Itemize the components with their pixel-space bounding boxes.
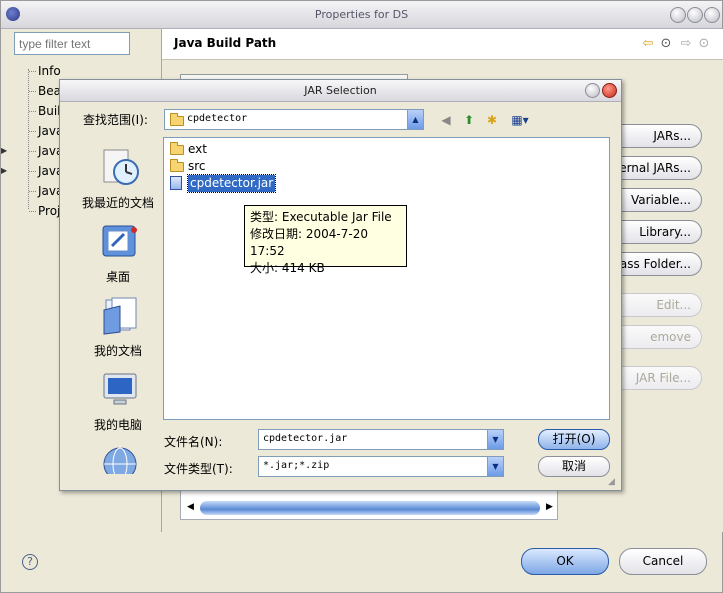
filename-input[interactable]: cpdetector.jar ▼: [258, 429, 504, 450]
resize-grip-icon[interactable]: ◢: [608, 477, 618, 487]
dialog-close-icon[interactable]: [602, 83, 617, 98]
chevron-down-icon[interactable]: ▼: [487, 430, 503, 449]
place-my-documents[interactable]: 我的文档: [72, 290, 164, 364]
outer-titlebar[interactable]: Properties for DS: [1, 1, 722, 29]
folder-icon: [170, 142, 184, 155]
tree-item-label: Info: [38, 64, 61, 78]
back-arrow-icon[interactable]: ⇦: [640, 36, 656, 52]
file-list[interactable]: ext src cpdetector.jar: [163, 137, 610, 420]
my-computer-icon: [103, 373, 137, 405]
view-menu-icon[interactable]: ▦▾: [508, 112, 532, 128]
tooltip-type: 类型: Executable Jar File: [250, 210, 392, 224]
look-in-label: 查找范围(I):: [83, 113, 148, 127]
desktop-icon: [102, 225, 137, 257]
chevron-down-icon[interactable]: ▼: [487, 457, 503, 476]
tree-item-label: Proj: [38, 204, 61, 218]
filename-value: cpdetector.jar: [263, 433, 348, 444]
expand-arrow-icon[interactable]: ▶: [1, 141, 7, 161]
chevron-down-icon[interactable]: ▲: [407, 110, 423, 129]
horizontal-scrollbar[interactable]: ◀ ▶: [185, 501, 555, 515]
place-network[interactable]: [72, 438, 164, 474]
place-my-computer[interactable]: 我的电脑: [72, 364, 164, 438]
file-name: ext: [188, 142, 207, 156]
page-title: Java Build Path: [174, 36, 277, 50]
folder-icon: [170, 159, 184, 172]
outer-title: Properties for DS: [314, 8, 409, 21]
back-dropdown-icon[interactable]: ⊙: [658, 36, 674, 52]
maximize-icon[interactable]: [687, 7, 703, 23]
jar-file-icon: [170, 176, 182, 190]
tree-item-label: Buil: [38, 104, 61, 118]
dialog-cancel-button[interactable]: 取消: [538, 456, 610, 477]
tree-item-info[interactable]: Info: [23, 61, 163, 81]
place-label: 桌面: [105, 270, 130, 284]
filename-label: 文件名(N):: [164, 435, 223, 449]
look-in-combo[interactable]: cpdetector ▲: [164, 109, 424, 130]
minimize-icon[interactable]: [670, 7, 686, 23]
filetype-select[interactable]: *.jar;*.zip ▼: [258, 456, 504, 477]
place-recent[interactable]: 我最近的文档: [72, 142, 164, 216]
help-icon[interactable]: ?: [22, 554, 38, 570]
ok-button[interactable]: OK: [521, 548, 609, 575]
place-label: 我最近的文档: [81, 196, 154, 210]
scroll-right-icon[interactable]: ▶: [546, 502, 553, 512]
file-name: src: [188, 159, 206, 173]
cancel-button[interactable]: Cancel: [619, 548, 707, 575]
dialog-title: JAR Selection: [304, 84, 377, 97]
scrollbar-thumb[interactable]: [200, 501, 540, 515]
folder-icon: [170, 113, 184, 126]
place-label: 我的文档: [93, 344, 142, 358]
place-desktop[interactable]: 桌面: [72, 216, 164, 290]
filter-input[interactable]: [14, 32, 130, 55]
tree-item-label: Bea: [38, 84, 61, 98]
filetype-label: 文件类型(T):: [164, 462, 233, 476]
file-tooltip: 类型: Executable Jar File 修改日期: 2004-7-20 …: [244, 205, 407, 275]
network-globe-icon: [103, 447, 137, 474]
new-folder-icon[interactable]: ✱: [484, 112, 500, 128]
expand-arrow-icon[interactable]: ▶: [1, 161, 7, 181]
back-icon[interactable]: ◀: [438, 112, 454, 128]
scroll-left-icon[interactable]: ◀: [187, 502, 194, 512]
dialog-help-icon[interactable]: [585, 83, 600, 98]
filetype-value: *.jar;*.zip: [263, 460, 330, 471]
places-bar: 我最近的文档 桌面 我的文档 我的电脑: [72, 138, 164, 474]
forward-dropdown-icon[interactable]: ⊙: [696, 36, 712, 52]
tooltip-size: 大小: 414 KB: [250, 261, 325, 275]
close-icon[interactable]: [704, 7, 720, 23]
my-documents-icon: [103, 297, 137, 335]
look-in-value: cpdetector: [187, 113, 248, 124]
forward-arrow-icon[interactable]: ⇨: [678, 36, 694, 52]
file-name: cpdetector.jar: [186, 174, 277, 193]
tooltip-modified: 修改日期: 2004-7-20 17:52: [250, 227, 368, 258]
up-one-level-icon[interactable]: ⬆: [461, 112, 477, 128]
recent-documents-icon: [103, 149, 139, 185]
jar-selection-dialog: JAR Selection 查找范围(I): cpdetector ▲ ◀ ⬆ …: [59, 79, 622, 491]
page-header: Java Build Path ⇦ ⊙ ⇨ ⊙: [162, 29, 723, 60]
open-button[interactable]: 打开(O): [538, 429, 610, 450]
place-label: 我的电脑: [93, 418, 142, 432]
dialog-titlebar[interactable]: JAR Selection: [60, 80, 621, 102]
